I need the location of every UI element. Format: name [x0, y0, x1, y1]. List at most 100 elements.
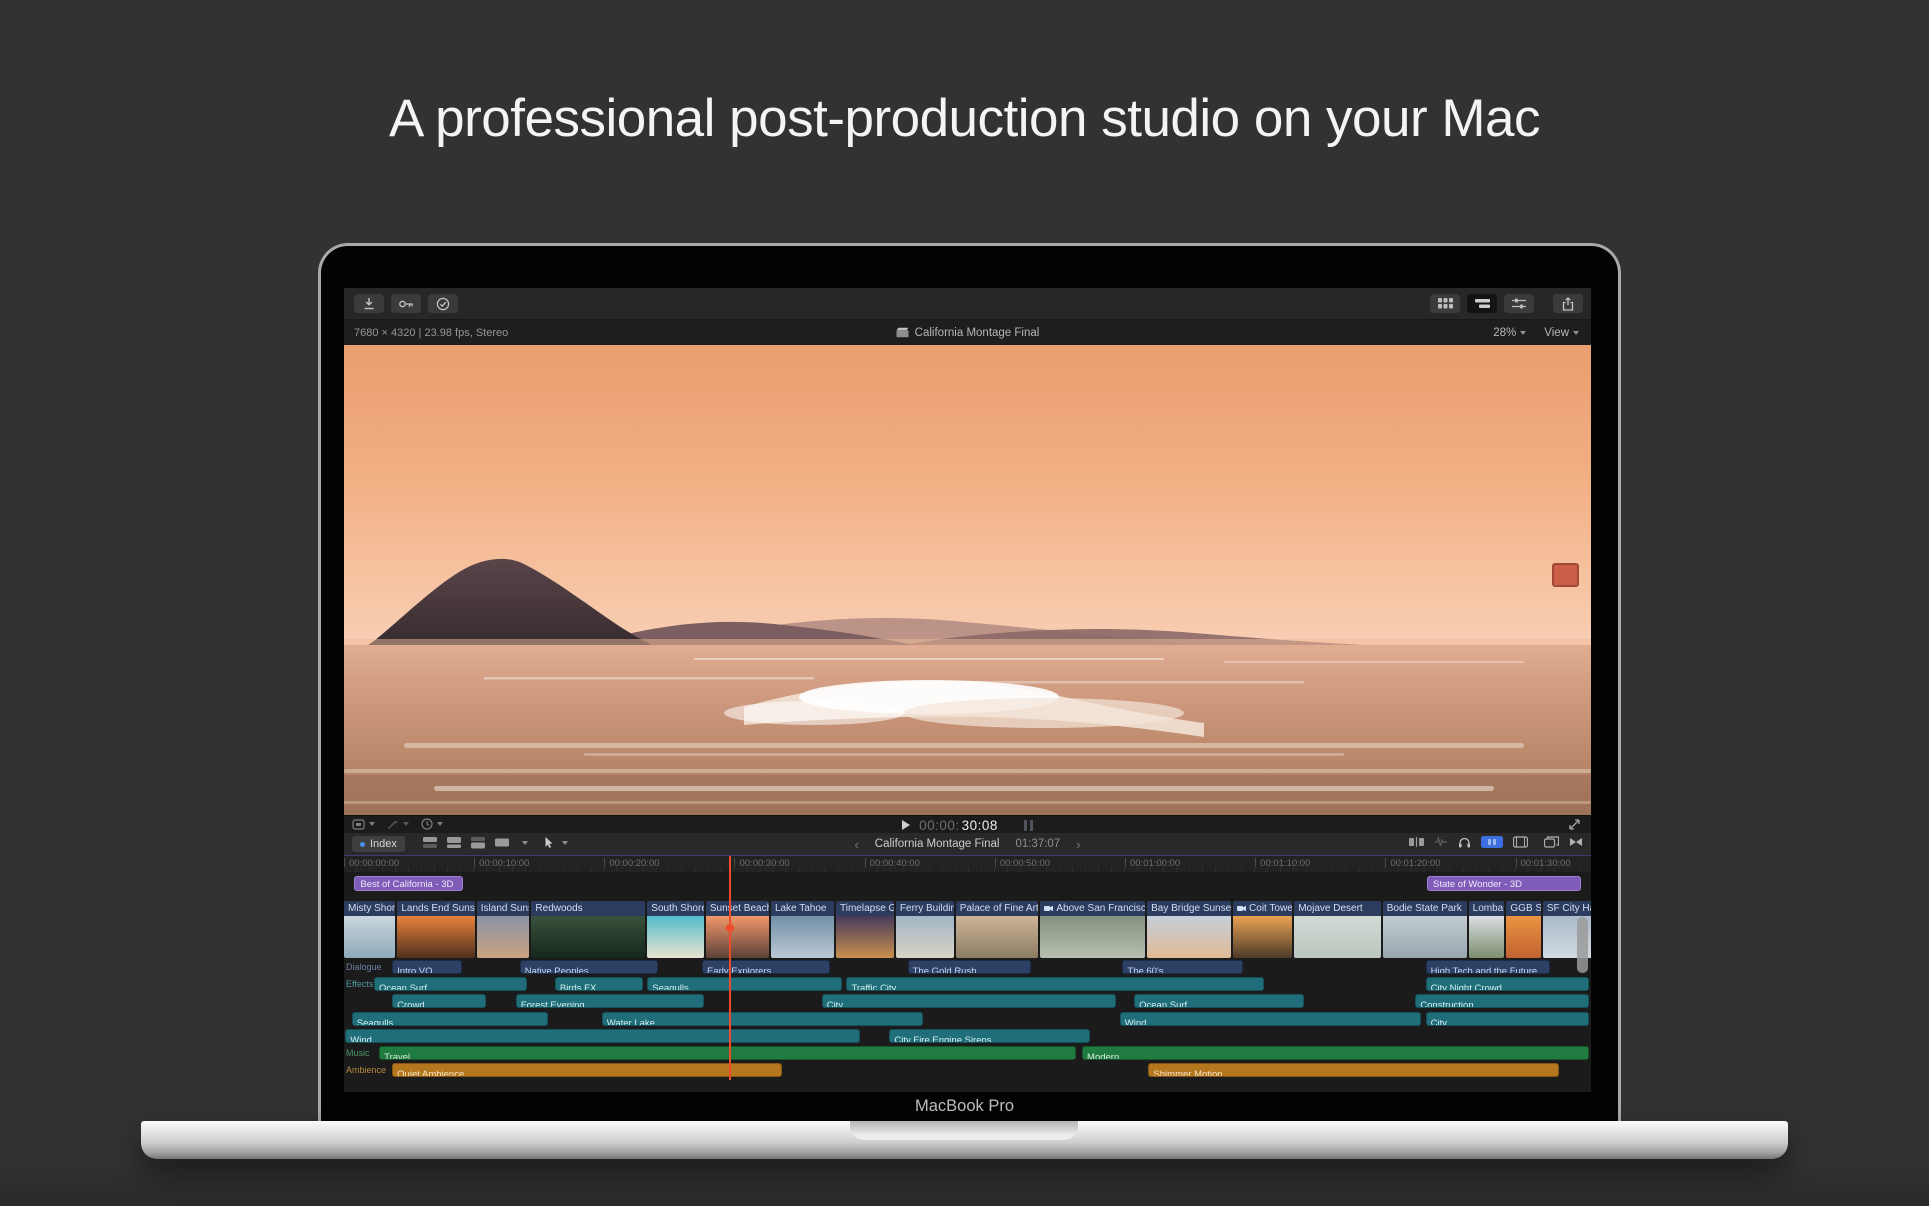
skimming-toggle-active[interactable]	[1481, 836, 1503, 848]
timeline-project-timecode: 01:37:07	[1015, 838, 1060, 850]
key-icon	[398, 299, 414, 309]
import-media-button[interactable]	[354, 294, 384, 313]
ruler-label: 00:00:40:00	[865, 858, 920, 869]
duplicate-timeline-icon[interactable]	[1544, 836, 1559, 848]
audio-meters-button[interactable]	[1024, 820, 1033, 831]
audio-clip[interactable]: Native Peoples	[520, 960, 659, 974]
timeline-project-name: California Montage Final	[875, 838, 1000, 850]
keyword-editor-button[interactable]	[391, 294, 421, 313]
ruler-label: 00:00:50:00	[995, 858, 1050, 869]
video-clip[interactable]: South Shore	[647, 901, 704, 958]
ruler-label: 00:01:30:00	[1516, 858, 1571, 869]
share-button[interactable]	[1553, 294, 1583, 313]
title-clip[interactable]: State of Wonder - 3D	[1427, 876, 1581, 891]
media-clip-icon[interactable]	[1513, 836, 1528, 848]
video-clip-thumbnail	[771, 916, 834, 958]
video-clip[interactable]: Sunset Beach	[706, 901, 769, 958]
ruler-label: 00:01:00:00	[1125, 858, 1180, 869]
audio-clip[interactable]: Quiet Ambience	[392, 1063, 782, 1077]
ruler-label: 00:00:00:00	[344, 858, 399, 869]
ruler-label: 00:00:30:00	[734, 858, 789, 869]
bowtie-icon[interactable]	[1569, 836, 1583, 848]
video-clip[interactable]: Coit Tower	[1233, 901, 1292, 958]
audio-skimming-icon[interactable]	[1434, 836, 1448, 848]
video-clip[interactable]: Island Sunset	[477, 901, 530, 958]
show-browser-button[interactable]	[1430, 294, 1460, 313]
audio-row-effects: EffectsOcean SurfBirds FXSeagullsTraffic…	[344, 977, 1591, 991]
fcp-window: 7680 × 4320 | 23.98 fps, Stereo Californ…	[344, 288, 1591, 1092]
audio-clip[interactable]: Wind	[345, 1029, 860, 1043]
video-clip[interactable]: Bay Bridge Sunset	[1147, 901, 1231, 958]
timeline-ruler[interactable]: 00:00:00:0000:00:10:0000:00:20:0000:00:3…	[344, 856, 1591, 872]
audio-clip[interactable]: Seagulls	[352, 1012, 548, 1026]
video-clip-name: Lands End Sunset	[397, 901, 474, 916]
audio-clip[interactable]: Crowd	[392, 994, 486, 1008]
audio-clip[interactable]: High Tech and the Future	[1426, 960, 1550, 974]
show-inspector-button[interactable]	[1504, 294, 1534, 313]
background-tasks-button[interactable]	[428, 294, 458, 313]
audio-clip[interactable]: Forest Evening	[516, 994, 704, 1008]
video-clip[interactable]: Ferry Building	[896, 901, 954, 958]
viewer-overlay-marker	[1553, 564, 1578, 586]
audio-clip[interactable]: City	[1426, 1012, 1589, 1026]
zoom-level-menu[interactable]: 28%	[1493, 327, 1526, 339]
audio-clip[interactable]: Seagulls	[647, 977, 842, 991]
headphones-icon[interactable]	[1458, 836, 1471, 848]
timeline-area: 00:00:00:0000:00:10:0000:00:20:0000:00:3…	[344, 855, 1591, 1092]
camera-icon	[1237, 905, 1246, 912]
title-clip[interactable]: Best of California - 3D	[354, 876, 463, 891]
sliders-icon	[1512, 298, 1526, 309]
previous-timeline-button[interactable]: ‹	[854, 837, 858, 852]
view-menu[interactable]: View	[1544, 327, 1579, 339]
video-clip[interactable]: Redwoods	[531, 901, 645, 958]
video-clip[interactable]: Lands End Sunset	[397, 901, 474, 958]
video-clip[interactable]: Lake Tahoe	[771, 901, 834, 958]
viewer-transport-bar: 00:00: 30:08	[344, 815, 1591, 833]
audio-clip[interactable]: Intro VO	[392, 960, 462, 974]
audio-clip[interactable]: City Fire Engine Sirens	[889, 1029, 1090, 1043]
vertical-scrollbar[interactable]	[1577, 917, 1588, 973]
audio-clip[interactable]: Early Explorers	[702, 960, 830, 974]
audio-clip[interactable]: Travel	[379, 1046, 1076, 1060]
audio-clip[interactable]: Construction	[1415, 994, 1589, 1008]
audio-clip[interactable]: Traffic City	[846, 977, 1263, 991]
marketing-page: A professional post-production studio on…	[0, 0, 1929, 1206]
next-timeline-button[interactable]: ›	[1076, 837, 1080, 852]
video-clip-thumbnail	[397, 916, 474, 958]
audio-clip[interactable]: Modern	[1082, 1046, 1589, 1060]
video-clip-name: SF City Hall	[1543, 901, 1591, 916]
video-clip-thumbnail	[477, 916, 530, 958]
video-clip[interactable]: Timelapse G...	[836, 901, 894, 958]
video-clip[interactable]: Lombard St.	[1469, 901, 1505, 958]
play-button[interactable]	[902, 820, 910, 830]
video-clip-name: Lake Tahoe	[771, 901, 834, 916]
audio-clip[interactable]: Birds FX	[555, 977, 643, 991]
video-clip[interactable]: Misty Shore	[344, 901, 395, 958]
video-clip-thumbnail	[706, 916, 769, 958]
playhead[interactable]	[729, 856, 731, 1080]
audio-row-effects: Seagulls Water Lake Wind City	[344, 1012, 1591, 1026]
viewer	[344, 345, 1591, 815]
video-clip[interactable]: Mojave Desert	[1294, 901, 1381, 958]
video-clip[interactable]: Bodie State Park	[1383, 901, 1467, 958]
audio-clip[interactable]: City Night Crowd	[1426, 977, 1589, 991]
video-clip[interactable]: GGB Sunset	[1506, 901, 1540, 958]
show-timeline-button[interactable]	[1467, 294, 1497, 313]
video-clip[interactable]: Palace of Fine Arts	[956, 901, 1039, 958]
video-clip-name: Lombard St.	[1469, 901, 1505, 916]
timeline-tracks: Best of California - 3D State of Wonder -…	[344, 872, 1591, 1092]
audio-clip[interactable]: Ocean Surf	[374, 977, 527, 991]
trim-icon[interactable]	[1409, 836, 1424, 848]
audio-clip[interactable]: The 60's	[1122, 960, 1242, 974]
audio-clip[interactable]: Ocean Surf	[1134, 994, 1304, 1008]
video-clip[interactable]: Above San Francisco	[1040, 901, 1145, 958]
audio-clip[interactable]: Shimmer Motion	[1148, 1063, 1559, 1077]
audio-clip[interactable]: The Gold Rush	[908, 960, 1031, 974]
expand-icon	[1568, 818, 1581, 831]
audio-clip[interactable]: Wind	[1120, 1012, 1421, 1026]
video-clip-name: Timelapse G...	[836, 901, 894, 916]
video-clip-name: Misty Shore	[344, 901, 395, 916]
audio-clip[interactable]: City	[822, 994, 1117, 1008]
audio-clip[interactable]: Water Lake	[602, 1012, 923, 1026]
video-clip-name: South Shore	[647, 901, 704, 916]
